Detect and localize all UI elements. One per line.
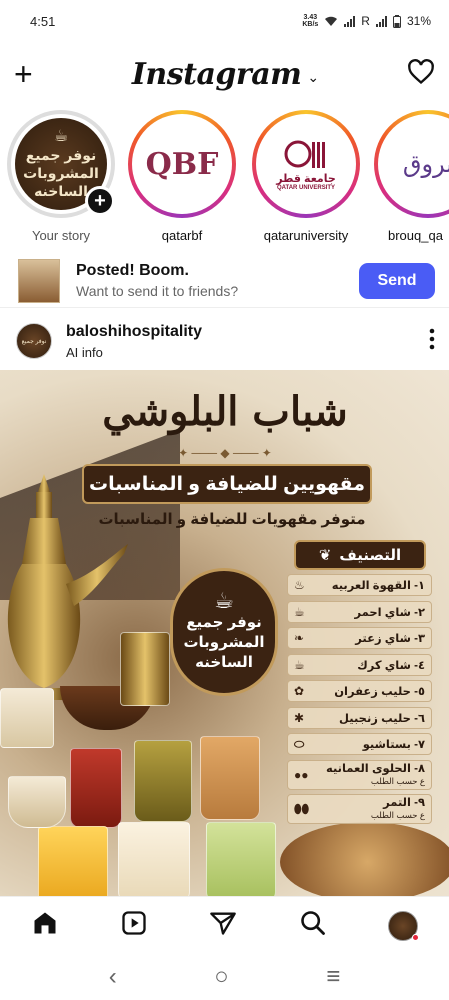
tea-glass: [70, 748, 122, 828]
menu-item: ١- القهوة العربيه ♨: [287, 574, 432, 596]
post-image[interactable]: شباب البلوشي ✦ ─── ◆ ─── ✦ مقهويين للضيا…: [0, 370, 449, 896]
pistachio-icon: ⬭: [294, 736, 305, 751]
battery-level: 31%: [406, 14, 431, 28]
ginger-icon: ✱: [294, 710, 305, 725]
coffee-cup-icon: ☕: [53, 128, 69, 145]
finjan-cups: [0, 688, 54, 748]
wifi-icon: [325, 16, 338, 26]
post-username[interactable]: baloshihospitality: [66, 323, 202, 341]
qatar-university-logo: جامعة قطر QATAR UNIVERSITY: [260, 118, 352, 210]
flower-icon: ✿: [294, 684, 305, 698]
menu-item: ٨- الحلوى العمانيه ع حسب الطلب ●●: [287, 759, 432, 790]
create-post-plus-icon[interactable]: +: [14, 58, 44, 90]
coffee-cup-icon: ☕: [214, 588, 234, 613]
incense-burner: [120, 632, 170, 706]
story-ring: QBF: [128, 110, 236, 218]
story-label: brouq_qa: [388, 228, 443, 243]
dates-icon: ⬮⬮: [294, 801, 310, 816]
menu-item: ٤- شاي كرك ☕: [287, 653, 432, 676]
story-ring: بروق: [374, 110, 449, 218]
sweets-tray: [280, 822, 449, 896]
notification-dot: [412, 933, 420, 941]
direct-messages-icon[interactable]: [209, 909, 237, 942]
pistachio-glass: [206, 822, 276, 896]
story-qataruniversity[interactable]: جامعة قطر QATAR UNIVERSITY qataruniversi…: [250, 110, 362, 243]
story-label: qatarbf: [161, 228, 203, 243]
menu-item: ٣- شاي زعتر ❧: [287, 627, 432, 649]
story-label: Your story: [31, 228, 91, 243]
menu-item: ٦- حليب زنجبيل ✱: [287, 706, 432, 729]
finjan-cup: [8, 776, 66, 828]
home-icon[interactable]: [31, 909, 59, 942]
story-label: qataruniversity: [263, 228, 349, 243]
reels-icon[interactable]: [120, 909, 148, 942]
status-icons: 3.43 KB/s R 31%: [302, 14, 431, 28]
menu-item: ٢- شاي احمر ☕: [287, 600, 432, 623]
poster-title: شباب البلوشي: [102, 388, 348, 435]
status-bar: 4:51 3.43 KB/s R 31%: [0, 0, 449, 42]
menu-item: ٩- التمر ع حسب الطلب ⬮⬮: [287, 794, 432, 824]
category-heading: التصنيف ❦: [294, 540, 426, 570]
posted-subtitle: Want to send it to friends?: [76, 283, 239, 299]
search-icon[interactable]: [299, 909, 327, 942]
system-navigation: ‹ ○ ≡: [0, 954, 449, 1000]
thyme-tea-glass: [134, 740, 192, 822]
post-header: نوفر جميع baloshihospitality AI info: [0, 314, 449, 368]
battery-icon: [392, 14, 401, 28]
instagram-logo: Instagram: [131, 56, 302, 92]
leaf-icon: ❦: [318, 547, 332, 564]
network-speed: 3.43 KB/s: [302, 14, 319, 28]
cup-icon: ☕: [294, 604, 305, 619]
avatar[interactable]: نوفر جميع: [16, 323, 52, 359]
story-qatarbf[interactable]: QBF qatarbf: [126, 110, 238, 243]
story-brouq-qa[interactable]: بروق brouq_qa: [372, 110, 449, 243]
university-emblem-icon: [284, 140, 325, 168]
dallah-coffee-pot-icon: [7, 474, 128, 700]
cup-icon: ☕: [294, 657, 305, 672]
post-thumbnail: [18, 258, 60, 303]
add-story-plus-icon[interactable]: +: [85, 186, 115, 216]
app-header: + Instagram ⌄: [0, 48, 449, 100]
ornament-divider: ✦ ─── ◆ ─── ✦: [178, 446, 272, 460]
brouq-logo: بروق: [382, 118, 449, 210]
menu-item: ٧- بستاشيو ⬭: [287, 733, 432, 755]
saffron-milk-glass: [38, 826, 108, 896]
posted-title: Posted! Boom.: [76, 262, 189, 279]
signal-icon-2: [375, 15, 387, 27]
karak-glass: [200, 736, 260, 820]
stories-tray: ☕ نوفر جميع المشروبات الساخنه + Your sto…: [0, 110, 449, 245]
notifications-heart-icon[interactable]: [407, 58, 435, 91]
ginger-milk-glass: [118, 822, 190, 896]
roaming-indicator: R: [361, 14, 370, 28]
hot-drinks-badge: ☕ نوفر جميع المشروبات الساخنه: [170, 568, 278, 696]
signal-icon: [344, 15, 356, 27]
clock: 4:51: [30, 13, 56, 29]
story-ring: جامعة قطر QATAR UNIVERSITY: [252, 110, 360, 218]
post-ai-info[interactable]: AI info: [66, 345, 202, 360]
sweets-icon: ●●: [294, 767, 309, 782]
story-your-story[interactable]: ☕ نوفر جميع المشروبات الساخنه + Your sto…: [5, 110, 117, 243]
posted-banner: Posted! Boom. Want to send it to friends…: [0, 254, 449, 308]
recents-menu-icon[interactable]: ≡: [326, 963, 340, 991]
brand-switcher[interactable]: Instagram ⌄: [132, 57, 319, 92]
menu-item: ٥- حليب زعفران ✿: [287, 680, 432, 702]
chevron-down-icon: ⌄: [307, 68, 320, 85]
back-chevron-icon[interactable]: ‹: [109, 963, 117, 991]
qbf-logo: QBF: [136, 118, 228, 210]
send-button[interactable]: Send: [359, 262, 435, 299]
more-options-icon[interactable]: [429, 328, 435, 354]
bottom-navigation: [0, 896, 449, 954]
home-circle-icon[interactable]: ○: [214, 963, 229, 991]
dallah-icon: ♨: [294, 578, 305, 592]
drinks-menu: ١- القهوة العربيه ♨ ٢- شاي احمر ☕ ٣- شاي ز…: [287, 574, 432, 829]
profile-avatar[interactable]: [388, 910, 420, 941]
leaf-icon: ❧: [294, 631, 305, 645]
